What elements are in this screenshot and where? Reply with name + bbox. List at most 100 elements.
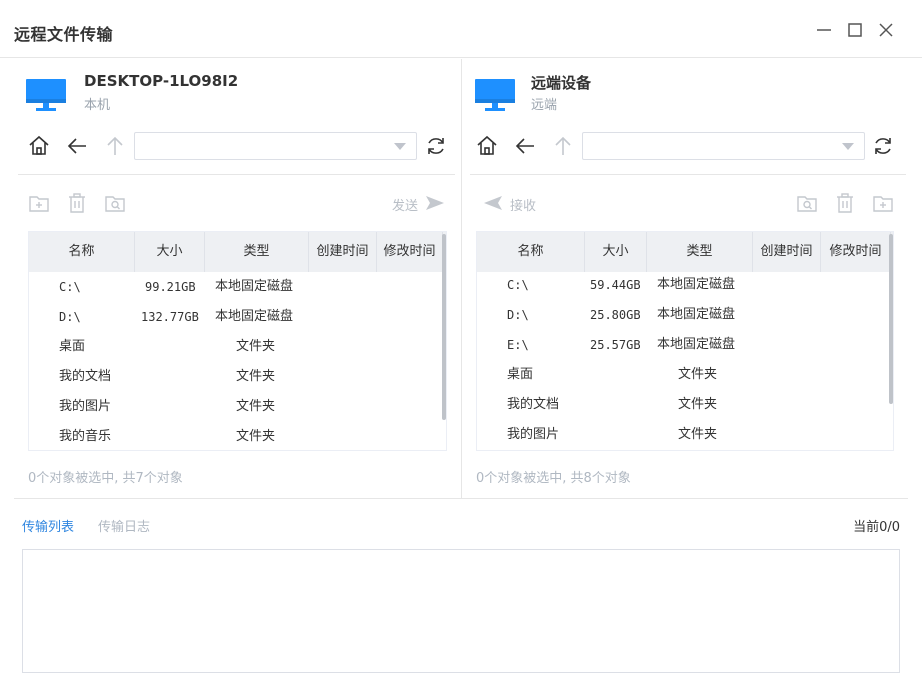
arrow-left-icon bbox=[67, 138, 86, 154]
search-folder-button[interactable] bbox=[104, 192, 126, 214]
column-header-modified[interactable]: 修改时间 bbox=[377, 232, 443, 272]
table-row[interactable]: 桌面 文件夹 bbox=[29, 332, 441, 362]
file-name: 我的图片 bbox=[59, 399, 112, 414]
file-size: 59.44GB bbox=[590, 278, 641, 292]
remote-device-name: 远端设备 bbox=[531, 74, 592, 92]
search-folder-button[interactable] bbox=[796, 192, 818, 214]
receive-label[interactable]: 接收 bbox=[510, 195, 536, 214]
chevron-down-icon bbox=[394, 143, 406, 150]
delete-button[interactable] bbox=[834, 192, 856, 214]
file-type: 文件夹 bbox=[236, 399, 276, 414]
column-header-name[interactable]: 名称 bbox=[29, 232, 135, 272]
transfer-tabs: 传输列表 传输日志 当前0/0 bbox=[0, 499, 922, 549]
refresh-button[interactable] bbox=[872, 135, 894, 157]
file-name: E:\ bbox=[507, 338, 529, 352]
title-bar: 远程文件传输 bbox=[0, 0, 922, 58]
table-row[interactable]: 我的图片 文件夹 bbox=[29, 392, 441, 422]
file-type: 本地固定磁盘 bbox=[215, 309, 294, 324]
table-row[interactable]: 桌面 文件夹 bbox=[477, 360, 888, 390]
file-size: 25.57GB bbox=[590, 338, 641, 352]
arrow-up-icon bbox=[107, 136, 123, 155]
maximize-button[interactable] bbox=[843, 18, 867, 42]
table-row[interactable]: D:\ 132.77GB 本地固定磁盘 bbox=[29, 302, 441, 332]
monitor-icon bbox=[25, 77, 67, 113]
local-file-table: 名称 大小 类型 创建时间 修改时间 C:\ 99.21GB 本地固定磁盘 D:… bbox=[28, 231, 447, 451]
table-header: 名称 大小 类型 创建时间 修改时间 bbox=[29, 232, 446, 272]
table-row[interactable]: 我的文档 文件夹 bbox=[29, 362, 441, 392]
receive-button[interactable] bbox=[482, 192, 504, 214]
file-name: D:\ bbox=[507, 308, 529, 322]
transfer-list-panel bbox=[22, 549, 900, 673]
column-header-type[interactable]: 类型 bbox=[647, 232, 753, 272]
remote-device-label: 远端 bbox=[531, 98, 558, 113]
close-button[interactable] bbox=[874, 18, 898, 42]
send-button[interactable] bbox=[424, 192, 446, 214]
vertical-scrollbar[interactable] bbox=[889, 234, 893, 404]
column-header-name[interactable]: 名称 bbox=[477, 232, 585, 272]
column-header-created[interactable]: 创建时间 bbox=[753, 232, 821, 272]
column-header-size[interactable]: 大小 bbox=[585, 232, 647, 272]
chevron-down-icon bbox=[842, 143, 854, 150]
local-device-name: DESKTOP-1LO98I2 bbox=[84, 72, 239, 90]
up-button[interactable] bbox=[104, 135, 126, 157]
table-row[interactable]: 我的文档 文件夹 bbox=[477, 390, 888, 420]
back-button[interactable] bbox=[66, 135, 88, 157]
table-row[interactable]: C:\ 59.44GB 本地固定磁盘 bbox=[477, 270, 888, 300]
file-size: 25.80GB bbox=[590, 308, 641, 322]
new-folder-button[interactable] bbox=[872, 192, 894, 214]
send-label[interactable]: 发送 bbox=[392, 195, 418, 214]
delete-button[interactable] bbox=[66, 192, 88, 214]
home-button[interactable] bbox=[28, 135, 50, 157]
table-row[interactable]: 我的音乐 文件夹 bbox=[29, 422, 441, 450]
file-name: 我的文档 bbox=[59, 369, 112, 384]
transfer-counter: 当前0/0 bbox=[853, 520, 900, 535]
file-type: 文件夹 bbox=[236, 369, 276, 384]
minimize-button[interactable] bbox=[812, 18, 836, 42]
file-name: 桌面 bbox=[59, 339, 86, 354]
send-icon bbox=[426, 196, 444, 210]
file-name: D:\ bbox=[59, 310, 81, 324]
file-type: 本地固定磁盘 bbox=[657, 307, 736, 322]
refresh-button[interactable] bbox=[425, 135, 447, 157]
file-name: 我的文档 bbox=[507, 397, 560, 412]
up-button[interactable] bbox=[552, 135, 574, 157]
file-name: C:\ bbox=[507, 278, 529, 292]
table-row[interactable]: C:\ 99.21GB 本地固定磁盘 bbox=[29, 272, 441, 302]
file-name: 我的图片 bbox=[507, 427, 560, 442]
remote-path-select[interactable] bbox=[582, 132, 865, 160]
new-folder-button[interactable] bbox=[28, 192, 50, 214]
column-header-type[interactable]: 类型 bbox=[205, 232, 309, 272]
local-status: 0个对象被选中, 共7个对象 bbox=[28, 471, 183, 486]
home-button[interactable] bbox=[476, 135, 498, 157]
file-type: 文件夹 bbox=[678, 427, 718, 442]
file-name: 桌面 bbox=[507, 367, 534, 382]
back-button[interactable] bbox=[514, 135, 536, 157]
home-icon bbox=[29, 135, 49, 155]
file-type: 本地固定磁盘 bbox=[657, 277, 736, 292]
arrow-up-icon bbox=[555, 136, 571, 155]
folder-search-icon bbox=[105, 196, 125, 212]
local-path-select[interactable] bbox=[134, 132, 417, 160]
tab-transfer-log[interactable]: 传输日志 bbox=[98, 516, 150, 535]
column-header-modified[interactable]: 修改时间 bbox=[821, 232, 891, 272]
file-name: 我的音乐 bbox=[59, 429, 112, 444]
minimize-icon bbox=[817, 29, 831, 31]
remote-status: 0个对象被选中, 共8个对象 bbox=[476, 471, 631, 486]
maximize-icon bbox=[848, 23, 862, 37]
new-folder-icon bbox=[29, 196, 49, 212]
file-size: 132.77GB bbox=[141, 310, 199, 324]
table-row[interactable]: D:\ 25.80GB 本地固定磁盘 bbox=[477, 300, 888, 330]
file-type: 本地固定磁盘 bbox=[657, 337, 736, 352]
vertical-scrollbar[interactable] bbox=[442, 234, 446, 420]
column-header-created[interactable]: 创建时间 bbox=[309, 232, 377, 272]
folder-search-icon bbox=[797, 196, 817, 212]
table-row[interactable]: E:\ 25.57GB 本地固定磁盘 bbox=[477, 330, 888, 360]
tab-transfer-list[interactable]: 传输列表 bbox=[22, 516, 74, 535]
file-type: 文件夹 bbox=[236, 429, 276, 444]
refresh-icon bbox=[428, 138, 444, 154]
column-header-size[interactable]: 大小 bbox=[135, 232, 205, 272]
table-row[interactable]: 我的图片 文件夹 bbox=[477, 420, 888, 450]
close-icon bbox=[879, 23, 893, 37]
local-pane: DESKTOP-1LO98I2 本机 发送 名称 大小 类型 创建时间 修改时间 bbox=[0, 59, 461, 499]
remote-file-table: 名称 大小 类型 创建时间 修改时间 C:\ 59.44GB 本地固定磁盘 D:… bbox=[476, 231, 894, 451]
